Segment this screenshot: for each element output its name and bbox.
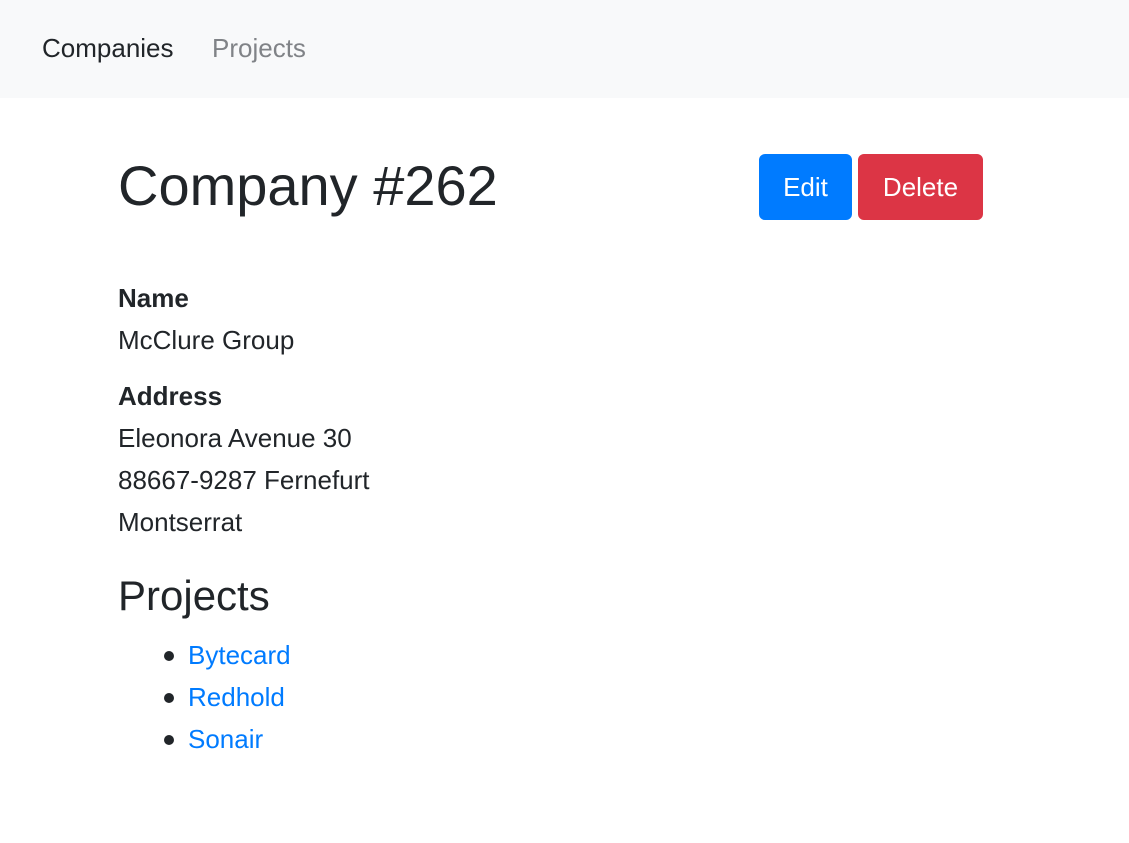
name-label: Name (118, 283, 189, 313)
projects-section-title: Projects (118, 572, 270, 619)
delete-button[interactable]: Delete (858, 154, 983, 220)
company-name: McClure Group (118, 325, 295, 355)
edit-button[interactable]: Edit (759, 154, 852, 220)
address-line-street: Eleonora Avenue 30 (118, 423, 352, 453)
nav-link-projects[interactable]: Projects (212, 30, 306, 66)
project-link-sonair[interactable]: Sonair (188, 720, 263, 758)
address-line-country: Montserrat (118, 507, 243, 537)
project-link-redhold[interactable]: Redhold (188, 678, 285, 716)
top-navbar: Companies Projects (0, 0, 1129, 98)
project-link-bytecard[interactable]: Bytecard (188, 636, 291, 674)
nav-link-companies[interactable]: Companies (42, 30, 174, 66)
page-title: Company #262 (118, 154, 498, 217)
bullet-icon (164, 693, 174, 703)
address-label: Address (118, 381, 223, 411)
bullet-icon (164, 735, 174, 745)
address-line-postal-city: 88667-9287 Fernefurt (118, 465, 370, 495)
bullet-icon (164, 651, 174, 661)
